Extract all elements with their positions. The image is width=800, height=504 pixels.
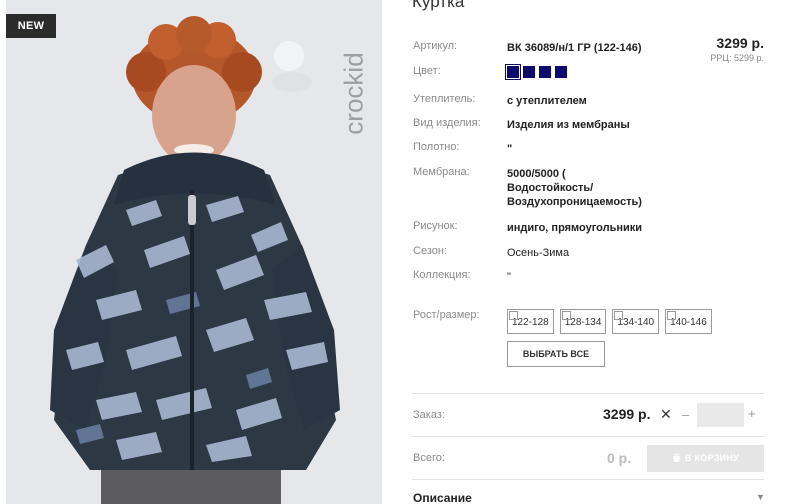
add-to-cart-button[interactable]: В КОРЗИНУ bbox=[647, 445, 764, 472]
product-photo[interactable]: NEW crockid bbox=[6, 0, 382, 504]
jacket-illustration bbox=[50, 16, 340, 504]
order-label: Заказ: bbox=[413, 409, 445, 421]
quantity-increment-button[interactable]: + bbox=[748, 406, 756, 421]
attr-label: Вид изделия: bbox=[413, 117, 481, 129]
total-value: 0 р. bbox=[607, 450, 632, 466]
brand-logo-text: crockid bbox=[338, 52, 369, 135]
size-option[interactable]: 122-128 bbox=[507, 309, 554, 334]
attr-label: Мембрана: bbox=[413, 166, 470, 178]
size-option[interactable]: 134-140 bbox=[612, 309, 660, 334]
description-toggle[interactable]: Описание bbox=[413, 491, 472, 504]
attr-value: " bbox=[507, 143, 513, 155]
cart-icon bbox=[672, 453, 680, 462]
attr-label: Цвет: bbox=[413, 65, 441, 77]
divider bbox=[412, 479, 764, 480]
select-all-button[interactable]: ВЫБРАТЬ ВСЕ bbox=[507, 341, 605, 367]
order-price: 3299 р. bbox=[603, 406, 651, 422]
chevron-down-icon[interactable]: ▼ bbox=[756, 492, 765, 502]
attr-value-line3: Воздухопроницаемость) bbox=[507, 196, 642, 208]
product-title: Куртка bbox=[412, 0, 465, 11]
brand-logo: crockid bbox=[332, 20, 372, 150]
add-to-cart-label: В КОРЗИНУ bbox=[684, 453, 740, 463]
product-price: 3299 р. bbox=[716, 35, 764, 51]
color-swatch-selected[interactable] bbox=[505, 64, 521, 80]
attr-label: Артикул: bbox=[413, 40, 458, 52]
attr-label: Полотно: bbox=[413, 141, 460, 153]
new-badge: NEW bbox=[6, 14, 56, 38]
attr-value: Изделия из мембраны bbox=[507, 119, 630, 131]
attr-label: Коллекция: bbox=[413, 269, 471, 281]
quantity-input[interactable] bbox=[697, 403, 744, 427]
product-info-panel: Куртка 3299 р. РРЦ: 5299 р. Артикул: ВК … bbox=[412, 0, 765, 504]
attr-value: индиго, прямоугольники bbox=[507, 222, 643, 234]
size-option[interactable]: 128-134 bbox=[559, 309, 607, 334]
size-options: 122-128 128-134 134-140 140-146 bbox=[507, 309, 712, 334]
size-label: Рост/размер: bbox=[413, 309, 480, 321]
attr-label: Утеплитель: bbox=[413, 93, 476, 105]
color-swatch[interactable] bbox=[523, 66, 535, 78]
quantity-decrement-button[interactable]: – bbox=[682, 407, 689, 422]
recommended-retail-price: РРЦ: 5299 р. bbox=[710, 53, 764, 63]
attr-value: " bbox=[507, 271, 511, 283]
close-icon[interactable]: ✕ bbox=[660, 406, 672, 423]
size-option[interactable]: 140-146 bbox=[665, 309, 712, 334]
color-swatch[interactable] bbox=[539, 66, 551, 78]
total-label: Всего: bbox=[413, 452, 445, 464]
color-swatch[interactable] bbox=[555, 66, 567, 78]
color-swatches bbox=[505, 64, 567, 80]
attr-label: Сезон: bbox=[413, 245, 447, 257]
divider bbox=[412, 393, 764, 394]
attr-value: ВК 36089/н/1 ГР (122-146) bbox=[507, 42, 642, 54]
attr-value: с утеплителем bbox=[507, 95, 587, 107]
attr-label: Рисунок: bbox=[413, 220, 458, 232]
divider bbox=[412, 436, 764, 437]
attr-value: Осень-Зима bbox=[507, 247, 570, 259]
